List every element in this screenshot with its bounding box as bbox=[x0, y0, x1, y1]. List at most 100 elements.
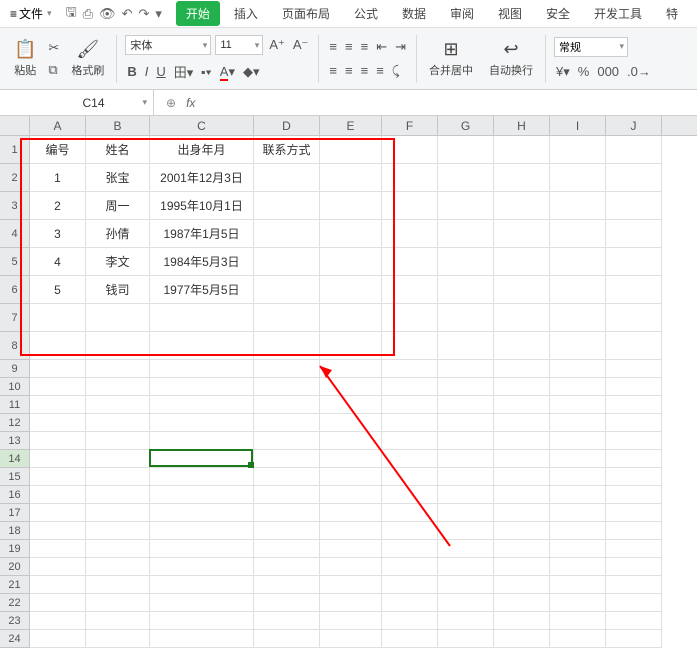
cell-I15[interactable] bbox=[550, 468, 606, 486]
cell-B17[interactable] bbox=[86, 504, 150, 522]
cell-E9[interactable] bbox=[320, 360, 382, 378]
cell-C12[interactable] bbox=[150, 414, 254, 432]
cell-A5[interactable]: 4 bbox=[30, 248, 86, 276]
cell-J7[interactable] bbox=[606, 304, 662, 332]
column-header-D[interactable]: D bbox=[254, 116, 320, 135]
cell-C22[interactable] bbox=[150, 594, 254, 612]
cell-C8[interactable] bbox=[150, 332, 254, 360]
column-header-G[interactable]: G bbox=[438, 116, 494, 135]
cell-H9[interactable] bbox=[494, 360, 550, 378]
cell-F23[interactable] bbox=[382, 612, 438, 630]
cell-J19[interactable] bbox=[606, 540, 662, 558]
cell-D4[interactable] bbox=[254, 220, 320, 248]
row-header-2[interactable]: 2 bbox=[0, 164, 30, 192]
row-header-8[interactable]: 8 bbox=[0, 332, 30, 360]
cell-H2[interactable] bbox=[494, 164, 550, 192]
row-header-19[interactable]: 19 bbox=[0, 540, 30, 558]
cell-B14[interactable] bbox=[86, 450, 150, 468]
row-header-12[interactable]: 12 bbox=[0, 414, 30, 432]
cell-F20[interactable] bbox=[382, 558, 438, 576]
cell-E3[interactable] bbox=[320, 192, 382, 220]
align-right-icon[interactable]: ≡ bbox=[359, 62, 371, 79]
cell-A22[interactable] bbox=[30, 594, 86, 612]
cell-C9[interactable] bbox=[150, 360, 254, 378]
cell-B2[interactable]: 张宝 bbox=[86, 164, 150, 192]
cell-C2[interactable]: 2001年12月3日 bbox=[150, 164, 254, 192]
cell-I11[interactable] bbox=[550, 396, 606, 414]
cell-F17[interactable] bbox=[382, 504, 438, 522]
file-menu-button[interactable]: ≡ 文件 ▾ bbox=[4, 3, 58, 24]
cell-G12[interactable] bbox=[438, 414, 494, 432]
cell-F1[interactable] bbox=[382, 136, 438, 164]
cell-D19[interactable] bbox=[254, 540, 320, 558]
cell-J3[interactable] bbox=[606, 192, 662, 220]
cell-G10[interactable] bbox=[438, 378, 494, 396]
cell-B19[interactable] bbox=[86, 540, 150, 558]
cell-B16[interactable] bbox=[86, 486, 150, 504]
highlight-icon[interactable]: ◆▾ bbox=[241, 63, 262, 81]
cell-A7[interactable] bbox=[30, 304, 86, 332]
row-header-7[interactable]: 7 bbox=[0, 304, 30, 332]
cell-D9[interactable] bbox=[254, 360, 320, 378]
cell-J20[interactable] bbox=[606, 558, 662, 576]
cell-G11[interactable] bbox=[438, 396, 494, 414]
cell-I4[interactable] bbox=[550, 220, 606, 248]
cell-D24[interactable] bbox=[254, 630, 320, 648]
save-icon[interactable]: 🖫 bbox=[66, 3, 77, 25]
cell-J12[interactable] bbox=[606, 414, 662, 432]
cell-F8[interactable] bbox=[382, 332, 438, 360]
cell-B15[interactable] bbox=[86, 468, 150, 486]
cell-I13[interactable] bbox=[550, 432, 606, 450]
cell-E22[interactable] bbox=[320, 594, 382, 612]
cell-H19[interactable] bbox=[494, 540, 550, 558]
tab-dev-tools[interactable]: 开发工具 bbox=[584, 1, 652, 26]
column-header-A[interactable]: A bbox=[30, 116, 86, 135]
cell-A24[interactable] bbox=[30, 630, 86, 648]
cell-D2[interactable] bbox=[254, 164, 320, 192]
column-header-J[interactable]: J bbox=[606, 116, 662, 135]
cell-C1[interactable]: 出身年月 bbox=[150, 136, 254, 164]
cell-C14[interactable] bbox=[150, 450, 254, 468]
cell-D1[interactable]: 联系方式 bbox=[254, 136, 320, 164]
tab-formulas[interactable]: 公式 bbox=[344, 1, 388, 26]
cell-A12[interactable] bbox=[30, 414, 86, 432]
cell-G22[interactable] bbox=[438, 594, 494, 612]
underline-icon[interactable]: U bbox=[154, 63, 167, 80]
cell-E1[interactable] bbox=[320, 136, 382, 164]
cell-G24[interactable] bbox=[438, 630, 494, 648]
cell-H18[interactable] bbox=[494, 522, 550, 540]
cell-A19[interactable] bbox=[30, 540, 86, 558]
cell-H5[interactable] bbox=[494, 248, 550, 276]
cell-H12[interactable] bbox=[494, 414, 550, 432]
cell-E10[interactable] bbox=[320, 378, 382, 396]
cell-G18[interactable] bbox=[438, 522, 494, 540]
cell-H1[interactable] bbox=[494, 136, 550, 164]
cell-H20[interactable] bbox=[494, 558, 550, 576]
cell-G15[interactable] bbox=[438, 468, 494, 486]
select-all-corner[interactable] bbox=[0, 116, 30, 135]
cell-H23[interactable] bbox=[494, 612, 550, 630]
cell-E7[interactable] bbox=[320, 304, 382, 332]
cell-F18[interactable] bbox=[382, 522, 438, 540]
row-header-9[interactable]: 9 bbox=[0, 360, 30, 378]
cell-A1[interactable]: 编号 bbox=[30, 136, 86, 164]
cell-C21[interactable] bbox=[150, 576, 254, 594]
cell-C3[interactable]: 1995年10月1日 bbox=[150, 192, 254, 220]
cell-F19[interactable] bbox=[382, 540, 438, 558]
currency-icon[interactable]: ¥▾ bbox=[554, 63, 572, 81]
cell-H14[interactable] bbox=[494, 450, 550, 468]
orientation-icon[interactable]: ⤹ bbox=[390, 62, 402, 80]
cell-J14[interactable] bbox=[606, 450, 662, 468]
tab-review[interactable]: 审阅 bbox=[440, 1, 484, 26]
cell-A14[interactable] bbox=[30, 450, 86, 468]
cell-I6[interactable] bbox=[550, 276, 606, 304]
font-color-icon[interactable]: A▾ bbox=[218, 63, 237, 81]
tab-start[interactable]: 开始 bbox=[176, 1, 220, 26]
cell-J10[interactable] bbox=[606, 378, 662, 396]
cell-A9[interactable] bbox=[30, 360, 86, 378]
cell-J23[interactable] bbox=[606, 612, 662, 630]
cell-A18[interactable] bbox=[30, 522, 86, 540]
cell-D3[interactable] bbox=[254, 192, 320, 220]
cell-A16[interactable] bbox=[30, 486, 86, 504]
cell-J9[interactable] bbox=[606, 360, 662, 378]
